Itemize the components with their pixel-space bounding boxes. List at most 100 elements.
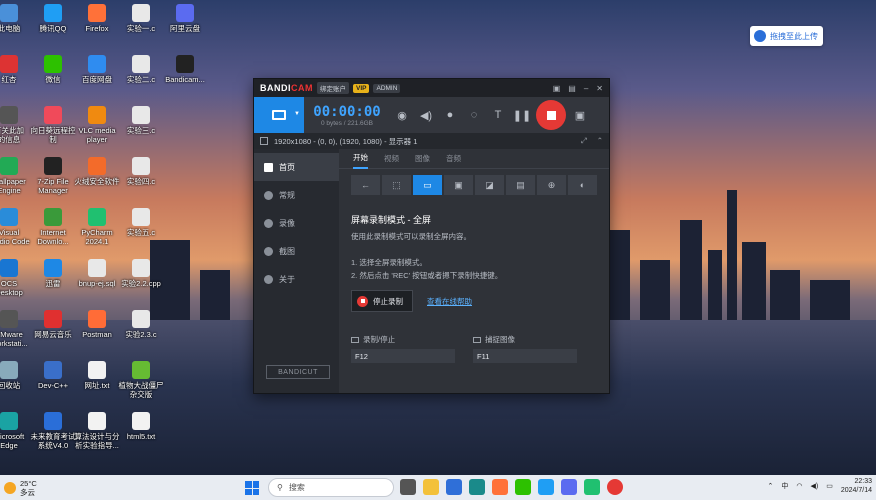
app-icon [0, 208, 18, 226]
sidebar-item[interactable]: 截图 [254, 237, 339, 265]
desktop-icon-label: html5.txt [126, 432, 156, 441]
tab[interactable]: 视频 [384, 149, 399, 169]
sidebar-item[interactable]: 常规 [254, 181, 339, 209]
cloud-icon [754, 30, 766, 42]
camera-icon[interactable]: ▣ [568, 97, 592, 133]
back-icon[interactable]: ← [351, 175, 380, 195]
stop-recording-label: 停止录制 [373, 296, 403, 306]
tab[interactable]: 图像 [415, 149, 430, 169]
app-icon [0, 106, 18, 124]
desktop-icon[interactable]: 实验五.c [112, 208, 170, 237]
tab-bar: 开始 视频 图像 音频 [339, 149, 609, 169]
fullscreen-mode-icon[interactable]: ▭ [413, 175, 442, 195]
firefox-icon[interactable] [492, 479, 508, 495]
app-icon [44, 106, 62, 124]
app-icon [88, 4, 106, 22]
app-icon [132, 310, 150, 328]
desktop-icon-label: 实验2.3.c [125, 330, 157, 339]
app-icon [44, 412, 62, 430]
bandicut-button[interactable]: BANDICUT [266, 365, 330, 379]
mouse-area-icon[interactable]: ◪ [475, 175, 504, 195]
app-icon [0, 259, 18, 277]
sidebar-item-label: 首页 [279, 162, 295, 172]
tab[interactable]: 开始 [353, 149, 368, 169]
clock[interactable]: 22:33 2024/7/14 [841, 477, 872, 495]
webcam-icon[interactable]: ◉ [390, 97, 414, 133]
sidebar-item[interactable]: 关于 [254, 265, 339, 293]
game-mode-icon[interactable]: ⊕ [537, 175, 566, 195]
online-help-link[interactable]: 查看在线帮助 [427, 296, 472, 307]
rectangle-mode-icon[interactable]: ⬚ [382, 175, 411, 195]
desktop-icon[interactable]: 实验三.c [112, 106, 170, 135]
section-title: 屏幕录制模式 - 全屏 [351, 215, 431, 225]
close-icon[interactable]: ✕ [596, 84, 603, 93]
search-box[interactable]: ⚲ 搜索 [268, 478, 394, 497]
minimize-icon[interactable]: – [584, 84, 588, 93]
stop-recording-button[interactable]: 停止录制 [351, 290, 413, 312]
desktop-icon[interactable]: 实验2.3.c [112, 310, 170, 339]
hotkey-record-field[interactable]: F12 [351, 349, 455, 363]
step-1: 1. 选择全屏录制模式。 [351, 258, 427, 267]
desktop-icon[interactable]: 实验四.c [112, 157, 170, 186]
app-icon [132, 106, 150, 124]
app-icon [132, 259, 150, 277]
app-icon [88, 412, 106, 430]
desktop-icon[interactable]: Bandicam... [156, 55, 214, 84]
desktop-icon[interactable]: html5.txt [112, 412, 170, 441]
desktop-icon-label: 实验2.2.cpp [121, 279, 161, 288]
pause-icon[interactable]: ❚❚ [510, 97, 534, 133]
task-view-icon[interactable] [400, 479, 416, 495]
battery-icon[interactable]: ▭ [826, 482, 833, 490]
text-icon[interactable]: T [486, 97, 510, 133]
app-icon [44, 4, 62, 22]
language-indicator[interactable]: 中 [781, 481, 788, 491]
desktop-icon[interactable]: 植物大战僵尸 杂交版 [112, 361, 170, 399]
start-button[interactable] [245, 481, 259, 495]
step-2: 2. 然后点击 'REC' 按钮或者摁下录制快捷键。 [351, 271, 503, 280]
lock-icon[interactable]: ▤ [568, 84, 576, 93]
app-icon [132, 208, 150, 226]
volume-icon[interactable]: ◀) [811, 482, 819, 490]
speaker-icon[interactable]: ◀) [414, 97, 438, 133]
screen-mode-button[interactable]: ▼ [254, 97, 304, 133]
record-stop-button[interactable] [536, 100, 566, 130]
mouse-effect-icon[interactable]: ◌ [462, 97, 486, 133]
weather-widget[interactable]: 25°C 多云 [0, 479, 60, 497]
timer-value: 00:00:00 [313, 103, 381, 120]
app-icon [0, 361, 18, 379]
desktop-icon-label: 实验四.c [126, 177, 156, 186]
collapse-icon[interactable]: ⌃ [597, 136, 603, 146]
folder-icon[interactable]: ▣ [553, 84, 561, 93]
app-icon [44, 55, 62, 73]
account-badge[interactable]: 绑定账户 [317, 82, 349, 94]
microphone-icon[interactable]: ● [438, 97, 462, 133]
chevron-up-icon[interactable]: ⌃ [768, 482, 774, 490]
bandicam-logo: BANDICAM [260, 83, 313, 93]
desktop-icon[interactable]: 实验2.2.cpp [112, 259, 170, 288]
edge-icon[interactable] [469, 479, 485, 495]
sidebar-item[interactable]: 录像 [254, 209, 339, 237]
sidebar-item[interactable]: 首页 [254, 153, 339, 181]
hotkey-capture-label: 捕捉图像 [485, 335, 515, 344]
hotkey-capture-field[interactable]: F11 [473, 349, 577, 363]
resize-icon[interactable]: ⤢ [581, 136, 587, 146]
wechat-icon[interactable] [515, 479, 531, 495]
instructions: 1. 选择全屏录制模式。 2. 然后点击 'REC' 按钮或者摁下录制快捷键。 [351, 256, 597, 282]
audio-only-icon[interactable]: ◐ [568, 175, 597, 195]
qq-icon[interactable] [538, 479, 554, 495]
tab[interactable]: 音频 [446, 149, 461, 169]
desktop-icon[interactable]: 阿里云盘 [156, 4, 214, 33]
wifi-icon[interactable]: ◠ [796, 482, 802, 490]
aliyun-icon[interactable] [561, 479, 577, 495]
region-checkbox[interactable] [260, 137, 268, 145]
title-bar[interactable]: BANDICAM 绑定账户 VIP ADMIN ▣ ▤ – ✕ [254, 79, 609, 97]
store-icon[interactable] [446, 479, 462, 495]
app-icon [88, 259, 106, 277]
cloud-upload-button[interactable]: 拖拽至此上传 [750, 26, 823, 46]
pycharm-icon[interactable] [584, 479, 600, 495]
bandicam-taskbar-icon[interactable] [607, 479, 623, 495]
hotkey-icon [351, 336, 359, 343]
window-mode-icon[interactable]: ▣ [444, 175, 473, 195]
device-mode-icon[interactable]: ▤ [506, 175, 535, 195]
file-explorer-icon[interactable] [423, 479, 439, 495]
